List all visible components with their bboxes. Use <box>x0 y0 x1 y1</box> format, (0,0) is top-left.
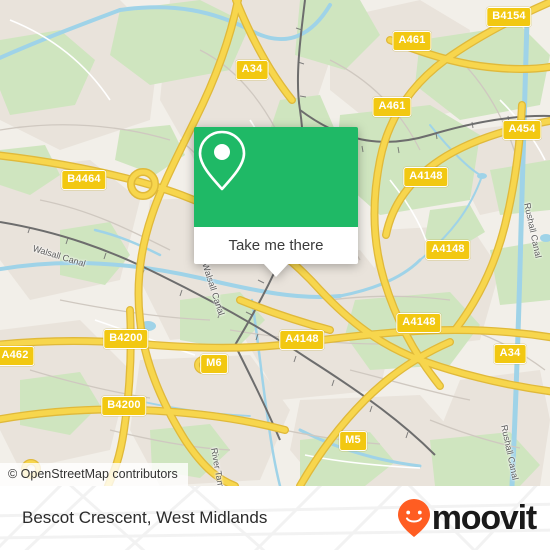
road-shield: M6 <box>200 354 228 374</box>
road-shield: A34 <box>493 344 527 364</box>
moovit-smiley-pin-icon <box>397 499 430 537</box>
moovit-wordmark: moovit <box>431 499 537 537</box>
road-shield: A461 <box>372 97 412 117</box>
road-shield: A461 <box>392 31 432 51</box>
map-pin-icon <box>198 130 246 191</box>
road-shield: A4148 <box>425 240 471 260</box>
take-me-there-button[interactable]: Take me there <box>194 227 358 264</box>
moovit-logo[interactable]: moovit <box>397 498 537 538</box>
road-shield: A462 <box>0 346 35 366</box>
road-shield: B4200 <box>103 329 149 349</box>
osm-attribution[interactable]: © OpenStreetMap contributors <box>0 463 188 486</box>
road-shield: B4154 <box>486 7 532 27</box>
road-shield: A34 <box>235 60 269 80</box>
map-canvas[interactable]: B4154 A461 A34 A461 A454 A4148 B4464 A41… <box>0 0 550 486</box>
road-shield: A4148 <box>403 167 449 187</box>
popup-image <box>194 127 358 227</box>
road-shield: B4464 <box>61 170 107 190</box>
footer-bar: Bescot Crescent, West Midlands moovit <box>0 486 550 550</box>
road-shield: A454 <box>502 120 542 140</box>
road-shield: A4148 <box>396 313 442 333</box>
page-title: Bescot Crescent, West Midlands <box>22 508 268 527</box>
road-shield: A4148 <box>279 330 325 350</box>
location-popup-card[interactable]: Take me there <box>194 127 358 277</box>
road-shield: M5 <box>339 431 367 451</box>
road-shield: B4200 <box>101 396 147 416</box>
map-screenshot: B4154 A461 A34 A461 A454 A4148 B4464 A41… <box>0 0 550 550</box>
popup-tail <box>263 263 289 277</box>
